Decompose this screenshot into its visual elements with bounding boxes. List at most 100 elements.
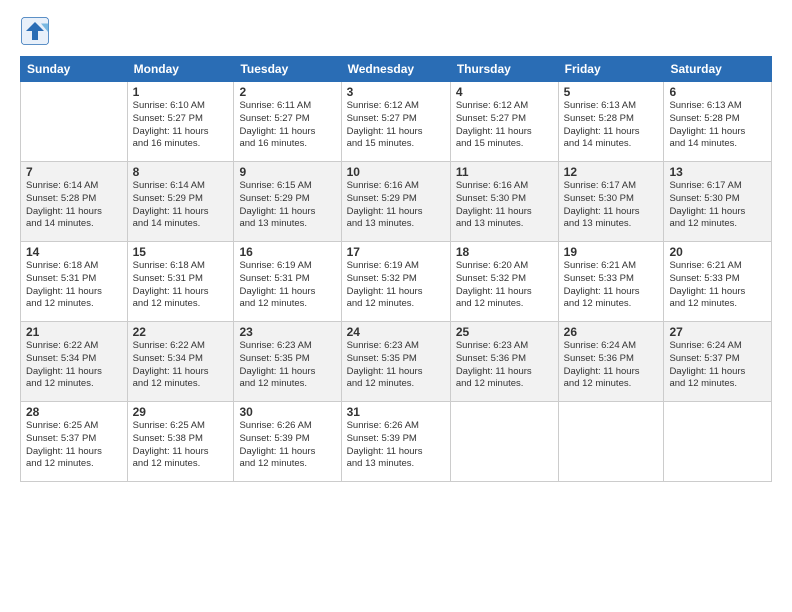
day-info: Sunrise: 6:12 AM Sunset: 5:27 PM Dayligh… xyxy=(347,100,445,151)
day-number: 22 xyxy=(133,325,229,339)
day-number: 19 xyxy=(564,245,659,259)
calendar-cell: 17Sunrise: 6:19 AM Sunset: 5:32 PM Dayli… xyxy=(341,242,450,322)
day-info: Sunrise: 6:24 AM Sunset: 5:37 PM Dayligh… xyxy=(669,340,766,391)
calendar-header-friday: Friday xyxy=(558,57,664,82)
day-info: Sunrise: 6:22 AM Sunset: 5:34 PM Dayligh… xyxy=(133,340,229,391)
day-number: 23 xyxy=(239,325,335,339)
calendar-cell: 6Sunrise: 6:13 AM Sunset: 5:28 PM Daylig… xyxy=(664,82,772,162)
calendar-cell: 4Sunrise: 6:12 AM Sunset: 5:27 PM Daylig… xyxy=(450,82,558,162)
calendar-cell xyxy=(664,402,772,482)
day-info: Sunrise: 6:16 AM Sunset: 5:29 PM Dayligh… xyxy=(347,180,445,231)
day-info: Sunrise: 6:13 AM Sunset: 5:28 PM Dayligh… xyxy=(564,100,659,151)
day-number: 10 xyxy=(347,165,445,179)
page: SundayMondayTuesdayWednesdayThursdayFrid… xyxy=(0,0,792,612)
calendar-cell: 11Sunrise: 6:16 AM Sunset: 5:30 PM Dayli… xyxy=(450,162,558,242)
calendar-cell: 1Sunrise: 6:10 AM Sunset: 5:27 PM Daylig… xyxy=(127,82,234,162)
calendar-cell: 30Sunrise: 6:26 AM Sunset: 5:39 PM Dayli… xyxy=(234,402,341,482)
day-info: Sunrise: 6:25 AM Sunset: 5:37 PM Dayligh… xyxy=(26,420,122,471)
calendar-cell xyxy=(450,402,558,482)
calendar-week-1: 1Sunrise: 6:10 AM Sunset: 5:27 PM Daylig… xyxy=(21,82,772,162)
calendar-week-2: 7Sunrise: 6:14 AM Sunset: 5:28 PM Daylig… xyxy=(21,162,772,242)
day-number: 15 xyxy=(133,245,229,259)
calendar-cell: 31Sunrise: 6:26 AM Sunset: 5:39 PM Dayli… xyxy=(341,402,450,482)
calendar-cell: 5Sunrise: 6:13 AM Sunset: 5:28 PM Daylig… xyxy=(558,82,664,162)
calendar-week-3: 14Sunrise: 6:18 AM Sunset: 5:31 PM Dayli… xyxy=(21,242,772,322)
day-info: Sunrise: 6:25 AM Sunset: 5:38 PM Dayligh… xyxy=(133,420,229,471)
day-info: Sunrise: 6:23 AM Sunset: 5:35 PM Dayligh… xyxy=(347,340,445,391)
day-number: 16 xyxy=(239,245,335,259)
day-number: 9 xyxy=(239,165,335,179)
day-number: 29 xyxy=(133,405,229,419)
calendar-cell: 20Sunrise: 6:21 AM Sunset: 5:33 PM Dayli… xyxy=(664,242,772,322)
calendar-cell: 9Sunrise: 6:15 AM Sunset: 5:29 PM Daylig… xyxy=(234,162,341,242)
day-number: 21 xyxy=(26,325,122,339)
calendar-cell: 8Sunrise: 6:14 AM Sunset: 5:29 PM Daylig… xyxy=(127,162,234,242)
calendar-cell: 10Sunrise: 6:16 AM Sunset: 5:29 PM Dayli… xyxy=(341,162,450,242)
day-number: 5 xyxy=(564,85,659,99)
calendar-cell: 24Sunrise: 6:23 AM Sunset: 5:35 PM Dayli… xyxy=(341,322,450,402)
day-number: 3 xyxy=(347,85,445,99)
day-number: 13 xyxy=(669,165,766,179)
day-info: Sunrise: 6:17 AM Sunset: 5:30 PM Dayligh… xyxy=(669,180,766,231)
calendar-cell: 22Sunrise: 6:22 AM Sunset: 5:34 PM Dayli… xyxy=(127,322,234,402)
day-number: 12 xyxy=(564,165,659,179)
calendar-cell: 28Sunrise: 6:25 AM Sunset: 5:37 PM Dayli… xyxy=(21,402,128,482)
day-number: 2 xyxy=(239,85,335,99)
day-info: Sunrise: 6:21 AM Sunset: 5:33 PM Dayligh… xyxy=(669,260,766,311)
day-info: Sunrise: 6:21 AM Sunset: 5:33 PM Dayligh… xyxy=(564,260,659,311)
calendar-week-5: 28Sunrise: 6:25 AM Sunset: 5:37 PM Dayli… xyxy=(21,402,772,482)
day-number: 14 xyxy=(26,245,122,259)
day-info: Sunrise: 6:22 AM Sunset: 5:34 PM Dayligh… xyxy=(26,340,122,391)
calendar-header-wednesday: Wednesday xyxy=(341,57,450,82)
day-number: 1 xyxy=(133,85,229,99)
day-info: Sunrise: 6:19 AM Sunset: 5:32 PM Dayligh… xyxy=(347,260,445,311)
day-info: Sunrise: 6:20 AM Sunset: 5:32 PM Dayligh… xyxy=(456,260,553,311)
calendar-cell: 29Sunrise: 6:25 AM Sunset: 5:38 PM Dayli… xyxy=(127,402,234,482)
calendar-cell: 16Sunrise: 6:19 AM Sunset: 5:31 PM Dayli… xyxy=(234,242,341,322)
day-info: Sunrise: 6:10 AM Sunset: 5:27 PM Dayligh… xyxy=(133,100,229,151)
calendar-cell: 19Sunrise: 6:21 AM Sunset: 5:33 PM Dayli… xyxy=(558,242,664,322)
calendar-cell: 7Sunrise: 6:14 AM Sunset: 5:28 PM Daylig… xyxy=(21,162,128,242)
calendar-cell: 13Sunrise: 6:17 AM Sunset: 5:30 PM Dayli… xyxy=(664,162,772,242)
calendar-header-thursday: Thursday xyxy=(450,57,558,82)
calendar-header-sunday: Sunday xyxy=(21,57,128,82)
day-info: Sunrise: 6:16 AM Sunset: 5:30 PM Dayligh… xyxy=(456,180,553,231)
day-number: 24 xyxy=(347,325,445,339)
day-number: 28 xyxy=(26,405,122,419)
calendar-cell: 21Sunrise: 6:22 AM Sunset: 5:34 PM Dayli… xyxy=(21,322,128,402)
calendar-cell: 12Sunrise: 6:17 AM Sunset: 5:30 PM Dayli… xyxy=(558,162,664,242)
calendar-cell xyxy=(21,82,128,162)
day-info: Sunrise: 6:17 AM Sunset: 5:30 PM Dayligh… xyxy=(564,180,659,231)
day-number: 26 xyxy=(564,325,659,339)
calendar-cell: 27Sunrise: 6:24 AM Sunset: 5:37 PM Dayli… xyxy=(664,322,772,402)
day-number: 25 xyxy=(456,325,553,339)
logo xyxy=(20,16,54,46)
day-number: 8 xyxy=(133,165,229,179)
day-info: Sunrise: 6:14 AM Sunset: 5:28 PM Dayligh… xyxy=(26,180,122,231)
day-number: 20 xyxy=(669,245,766,259)
day-info: Sunrise: 6:11 AM Sunset: 5:27 PM Dayligh… xyxy=(239,100,335,151)
day-info: Sunrise: 6:18 AM Sunset: 5:31 PM Dayligh… xyxy=(26,260,122,311)
day-info: Sunrise: 6:12 AM Sunset: 5:27 PM Dayligh… xyxy=(456,100,553,151)
day-info: Sunrise: 6:15 AM Sunset: 5:29 PM Dayligh… xyxy=(239,180,335,231)
calendar-cell: 15Sunrise: 6:18 AM Sunset: 5:31 PM Dayli… xyxy=(127,242,234,322)
logo-icon xyxy=(20,16,50,46)
day-info: Sunrise: 6:19 AM Sunset: 5:31 PM Dayligh… xyxy=(239,260,335,311)
calendar-cell: 26Sunrise: 6:24 AM Sunset: 5:36 PM Dayli… xyxy=(558,322,664,402)
calendar-cell xyxy=(558,402,664,482)
calendar-header-tuesday: Tuesday xyxy=(234,57,341,82)
day-info: Sunrise: 6:24 AM Sunset: 5:36 PM Dayligh… xyxy=(564,340,659,391)
day-info: Sunrise: 6:23 AM Sunset: 5:36 PM Dayligh… xyxy=(456,340,553,391)
day-info: Sunrise: 6:23 AM Sunset: 5:35 PM Dayligh… xyxy=(239,340,335,391)
day-info: Sunrise: 6:26 AM Sunset: 5:39 PM Dayligh… xyxy=(347,420,445,471)
day-info: Sunrise: 6:26 AM Sunset: 5:39 PM Dayligh… xyxy=(239,420,335,471)
day-number: 17 xyxy=(347,245,445,259)
calendar-cell: 18Sunrise: 6:20 AM Sunset: 5:32 PM Dayli… xyxy=(450,242,558,322)
calendar-cell: 3Sunrise: 6:12 AM Sunset: 5:27 PM Daylig… xyxy=(341,82,450,162)
day-number: 11 xyxy=(456,165,553,179)
calendar-cell: 23Sunrise: 6:23 AM Sunset: 5:35 PM Dayli… xyxy=(234,322,341,402)
calendar-cell: 2Sunrise: 6:11 AM Sunset: 5:27 PM Daylig… xyxy=(234,82,341,162)
calendar-cell: 14Sunrise: 6:18 AM Sunset: 5:31 PM Dayli… xyxy=(21,242,128,322)
calendar-header-monday: Monday xyxy=(127,57,234,82)
day-info: Sunrise: 6:18 AM Sunset: 5:31 PM Dayligh… xyxy=(133,260,229,311)
